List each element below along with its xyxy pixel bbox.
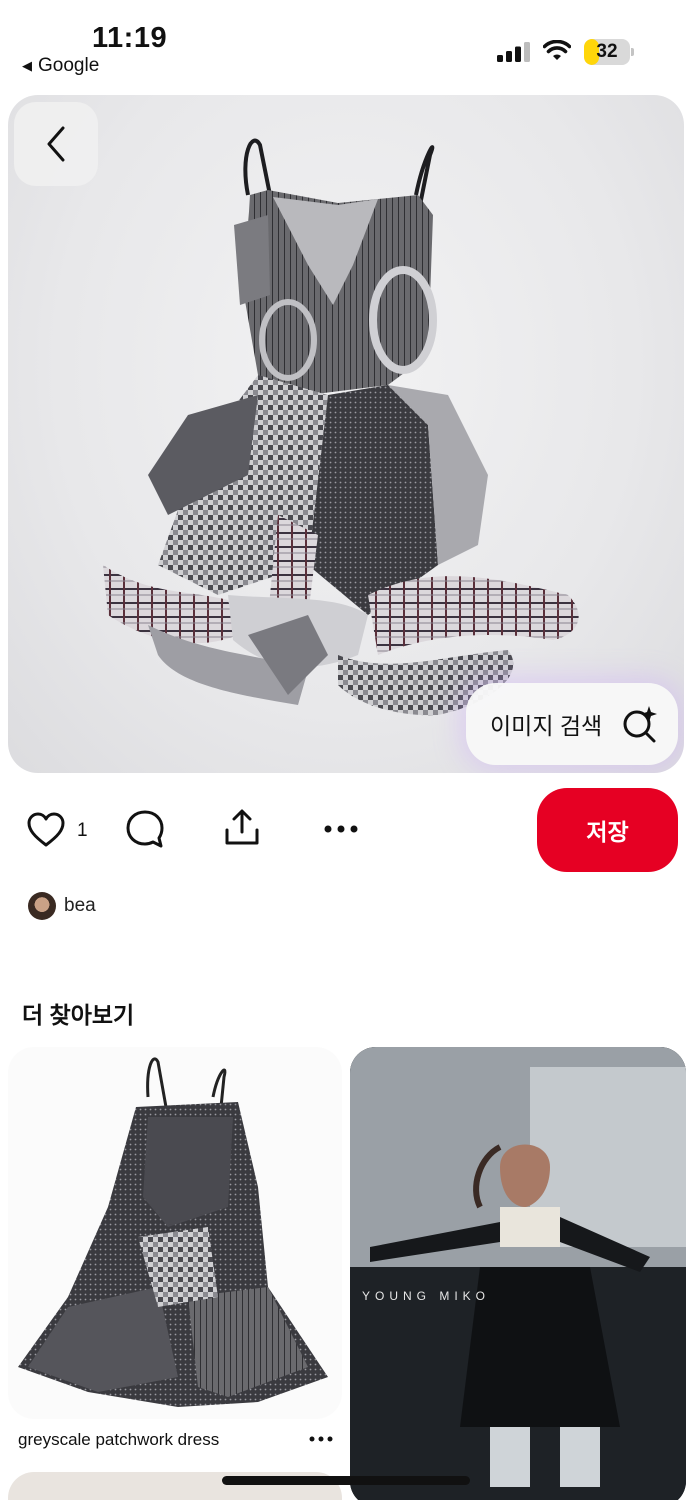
like-button[interactable] <box>24 810 68 850</box>
section-title: 더 찾아보기 <box>22 1002 135 1028</box>
home-indicator[interactable] <box>222 1476 470 1485</box>
comment-button[interactable] <box>124 808 166 850</box>
back-to-app-link[interactable]: ◀ Google <box>22 55 99 77</box>
status-bar: 11:19 ◀ Google 32 <box>0 0 692 90</box>
back-triangle-icon: ◀ <box>22 58 32 73</box>
heart-icon <box>27 812 65 847</box>
related-pin-card[interactable] <box>8 1047 342 1419</box>
back-app-label: Google <box>38 55 100 76</box>
battery-icon: 32 <box>584 39 634 65</box>
related-pin-caption[interactable]: greyscale patchwork dress <box>18 1430 219 1450</box>
wifi-icon <box>543 40 571 60</box>
pin-actions: 1 저장 <box>0 786 692 876</box>
share-button[interactable] <box>220 806 264 850</box>
related-pin-more-button[interactable] <box>306 1424 336 1454</box>
more-options-button[interactable] <box>320 814 362 844</box>
card-overlay-text: YOUNG MIKO <box>362 1289 491 1303</box>
author-name: bea <box>64 895 96 916</box>
image-search-button[interactable]: 이미지 검색 <box>466 683 678 765</box>
pin-image[interactable]: 이미지 검색 <box>8 95 684 773</box>
cellular-signal-icon <box>497 42 530 62</box>
like-count: 1 <box>77 820 88 841</box>
sparkle-search-icon <box>623 706 658 743</box>
comment-icon <box>126 810 164 848</box>
more-icon <box>309 1436 333 1442</box>
share-icon <box>225 809 259 845</box>
patchwork-dress-image <box>103 138 579 716</box>
image-search-label: 이미지 검색 <box>490 713 603 739</box>
more-icon <box>324 825 358 833</box>
status-time: 11:19 <box>92 22 168 54</box>
avatar <box>28 892 56 920</box>
fashion-photo-thumbnail <box>350 1047 686 1500</box>
back-button[interactable] <box>14 102 98 186</box>
chevron-left-icon <box>47 126 65 162</box>
patchwork-dress-thumbnail <box>18 1057 328 1407</box>
save-button[interactable]: 저장 <box>537 788 678 872</box>
related-pin-card[interactable]: YOUNG MIKO <box>350 1047 686 1500</box>
battery-level: 32 <box>596 41 618 62</box>
pin-author[interactable]: bea <box>28 892 96 920</box>
